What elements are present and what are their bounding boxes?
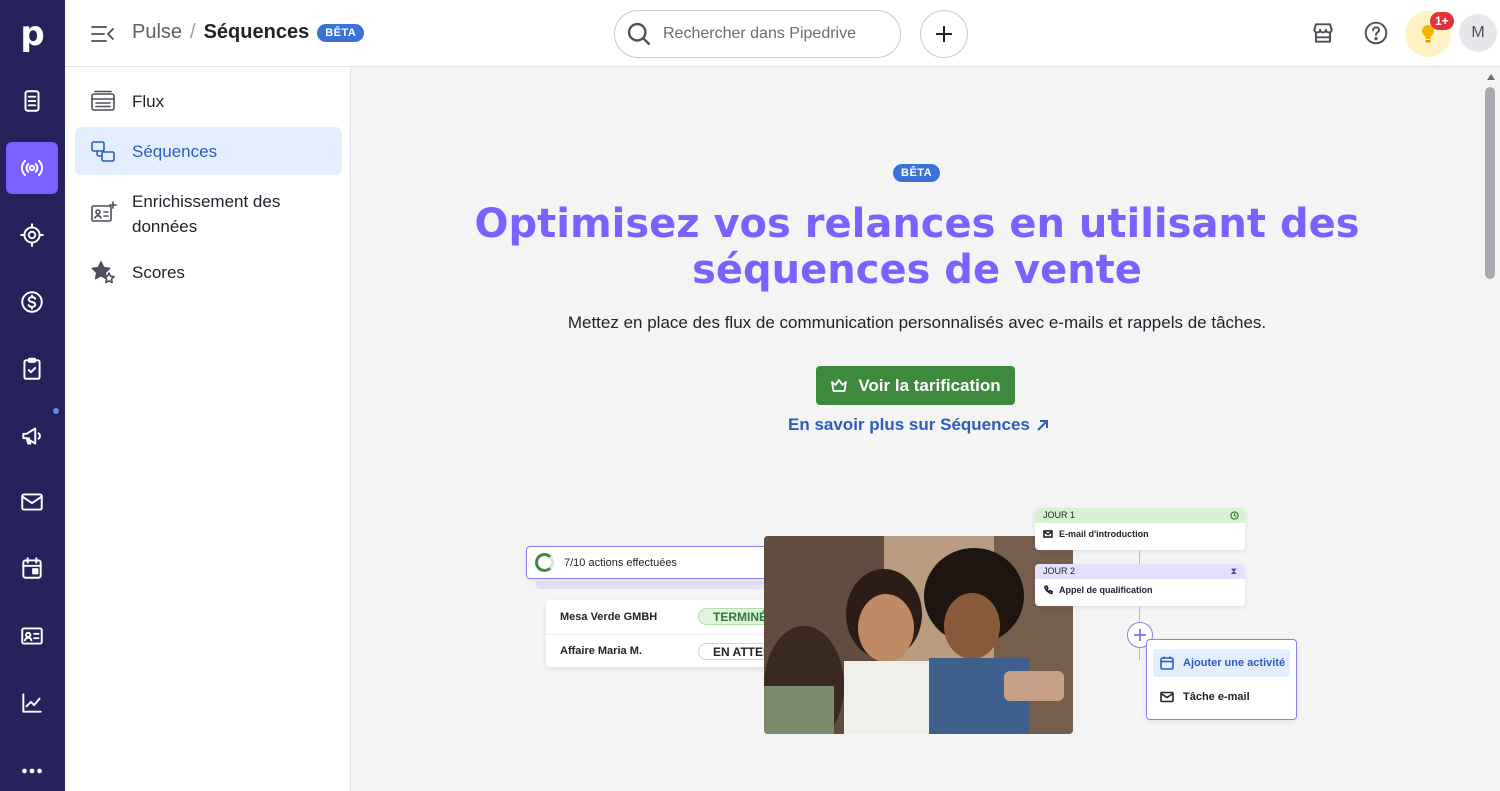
mail-icon (1043, 530, 1053, 538)
pulse-icon[interactable] (6, 142, 58, 194)
mail-icon[interactable] (6, 476, 58, 528)
scroll-thumb[interactable] (1485, 87, 1495, 279)
mail-icon (1160, 691, 1174, 703)
progress-ring (535, 553, 554, 572)
external-link-icon (1037, 419, 1048, 431)
add-step-menu: Ajouter une activité Tâche e-mail (1146, 639, 1297, 720)
day-label: JOUR 1 (1035, 508, 1245, 523)
deals-card: Mesa Verde GMBH TERMINÉE Affaire Maria M… (546, 600, 782, 667)
scores-star-icon (91, 261, 115, 284)
scroll-up-arrow-icon[interactable] (1487, 74, 1495, 80)
marketing-notification-dot (53, 408, 59, 414)
learn-more-label: En savoir plus sur Séquences (788, 415, 1030, 434)
feed-icon (91, 90, 115, 111)
leads-icon[interactable] (6, 75, 58, 127)
progress-card-shadow (536, 581, 772, 589)
chart-line-icon[interactable] (6, 677, 58, 729)
phone-icon (1044, 585, 1053, 595)
hero-title: Optimisez vos relances en utilisant des … (474, 201, 1360, 293)
deal-name: Mesa Verde GMBH (560, 610, 658, 623)
menu-item-add-activity: Ajouter une activité (1153, 649, 1290, 677)
sidenav-item-label: Flux (132, 92, 165, 111)
sidenav-item-label: Scores (132, 263, 185, 282)
day-label: JOUR 2 ⧗ (1035, 564, 1245, 579)
flow-connector (1139, 606, 1140, 622)
target-icon[interactable] (6, 209, 58, 261)
learn-more-link[interactable]: En savoir plus sur Séquences (788, 415, 1049, 435)
beta-badge: BÊTA (317, 23, 365, 42)
sidenav-item-label: Enrichissement des données (132, 192, 281, 236)
contact-card-icon[interactable] (6, 610, 58, 662)
page-title: Séquences (203, 21, 310, 43)
search-input[interactable] (663, 25, 883, 43)
view-pricing-button[interactable]: Voir la tarification (816, 366, 1015, 405)
notification-badge: 1+ (1430, 12, 1454, 30)
flow-connector (1139, 648, 1140, 660)
day-step: Appel de qualification (1059, 585, 1153, 595)
sequences-icon (91, 141, 115, 162)
sidenav-item-data-enrichment[interactable]: Enrichissement des données (75, 177, 342, 239)
hourglass-icon: ⧗ (1230, 566, 1237, 576)
scrollbar[interactable] (1482, 67, 1500, 791)
pulse-sidenav: Flux Séquences Enrichissement des donnée… (65, 67, 351, 791)
quick-add-button[interactable] (920, 10, 968, 58)
pipedrive-logo[interactable]: p (0, 0, 65, 67)
dollar-icon[interactable] (6, 276, 58, 328)
collapse-menu-icon[interactable] (90, 22, 116, 46)
plus-icon (936, 26, 952, 42)
search-icon (627, 22, 651, 46)
progress-card: 7/10 actions effectuées ▾ (526, 546, 782, 579)
deal-row: Affaire Maria M. EN ATTENTE (546, 634, 782, 667)
progress-label: 7/10 actions effectuées (564, 556, 677, 569)
clipboard-check-icon[interactable] (6, 343, 58, 395)
user-avatar[interactable]: M (1459, 14, 1497, 52)
help-icon[interactable] (1361, 18, 1391, 48)
sidenav-item-label: Séquences (132, 142, 218, 161)
search-box[interactable] (614, 10, 901, 58)
breadcrumb-pulse[interactable]: Pulse (132, 21, 182, 44)
deal-name: Affaire Maria M. (560, 645, 642, 657)
view-pricing-label: Voir la tarification (858, 375, 1001, 395)
menu-item-email-task: Tâche e-mail (1153, 683, 1290, 711)
deal-row: Mesa Verde GMBH TERMINÉE (546, 600, 782, 633)
more-icon[interactable] (6, 745, 58, 791)
crown-icon (831, 378, 848, 392)
team-photo (764, 536, 1073, 734)
sidenav-item-scores[interactable]: Scores (75, 248, 342, 296)
day-card: JOUR 1 E-mail d'introduction (1035, 508, 1245, 550)
top-bar: Pulse / Séquences BÊTA 1+ M (65, 0, 1500, 67)
calendar-icon[interactable] (6, 542, 58, 594)
hero-subtitle: Mettez en place des flux de communicatio… (567, 313, 1267, 332)
breadcrumb-separator: / (190, 21, 196, 43)
sidenav-item-flux[interactable]: Flux (75, 77, 342, 125)
day-card: JOUR 2 ⧗ Appel de qualification (1035, 564, 1245, 606)
day-step: E-mail d'introduction (1059, 529, 1149, 539)
flow-connector (1139, 550, 1140, 564)
megaphone-icon[interactable] (6, 410, 58, 462)
calendar-icon (1160, 656, 1174, 670)
hero-beta-badge: BÊTA (893, 164, 941, 182)
sidenav-item-sequences[interactable]: Séquences (75, 127, 342, 175)
breadcrumb: Pulse / Séquences BÊTA (132, 21, 365, 44)
marketplace-icon[interactable] (1308, 18, 1338, 48)
app-rail: p (0, 0, 65, 791)
main-content: BÊTA Optimisez vos relances en utilisant… (352, 67, 1482, 791)
data-enrichment-icon (91, 201, 117, 222)
clock-icon (1230, 511, 1239, 520)
